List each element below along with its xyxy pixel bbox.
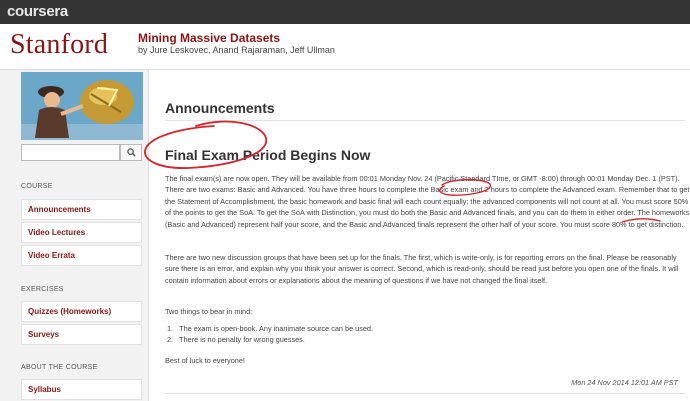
sidebar-item-syllabus[interactable]: Syllabus	[21, 379, 142, 400]
course-header: Stanford Mining Massive Datasets by Jure…	[0, 24, 690, 70]
top-bar: coursera	[0, 0, 690, 24]
search-input[interactable]	[21, 144, 120, 161]
announcement-title: Final Exam Period Begins Now	[165, 147, 371, 163]
list-number: 2.	[167, 335, 174, 345]
title-divider	[165, 120, 685, 121]
main-content: Announcements Final Exam Period Begins N…	[150, 70, 690, 401]
search-icon	[126, 148, 136, 157]
sidebar-item-video-errata[interactable]: Video Errata	[21, 245, 142, 266]
announcement-closing: Best of luck to everyone!	[165, 356, 245, 365]
announcement-list: 1. The exam is open-book. Any inanimate …	[167, 323, 373, 346]
page-title: Announcements	[165, 100, 275, 116]
list-text: The exam is open-book. Any inanimate sou…	[179, 324, 374, 333]
list-text: There is no penalty for wrong guesses.	[179, 335, 305, 345]
coursera-logo[interactable]: coursera	[7, 3, 68, 20]
course-title[interactable]: Mining Massive Datasets	[138, 31, 280, 45]
search-button[interactable]	[120, 144, 142, 161]
list-number: 1.	[167, 324, 174, 333]
sidebar-item-announcements[interactable]: Announcements	[21, 199, 142, 220]
section-title-exercises: EXERCISES	[21, 286, 64, 293]
announcement-paragraph-1: The final exam(s) are now open. They wil…	[165, 174, 690, 229]
announcement-paragraph-2: There are two new discussion groups that…	[165, 253, 679, 285]
course-logo-image	[21, 72, 143, 140]
sidebar-item-video-lectures[interactable]: Video Lectures	[21, 222, 142, 243]
course-instructors: by Jure Leskovec, Anand Rajaraman, Jeff …	[138, 45, 335, 55]
section-title-about: ABOUT THE COURSE	[21, 364, 98, 371]
sidebar-item-quizzes[interactable]: Quizzes (Homeworks)	[21, 301, 142, 322]
list-item: 2. There is no penalty for wrong guesses…	[167, 334, 373, 345]
section-title-course: COURSE	[21, 183, 53, 190]
announcement-divider	[165, 393, 685, 394]
sidebar-item-surveys[interactable]: Surveys	[21, 324, 142, 345]
sidebar: COURSE Announcements Video Lectures Vide…	[0, 70, 149, 401]
list-item: 1. The exam is open-book. Any inanimate …	[167, 323, 373, 334]
university-logo[interactable]: Stanford	[10, 29, 108, 61]
announcement-timestamp: Mon 24 Nov 2014 12:01 AM PST	[571, 378, 678, 387]
announcement-paragraph-3: Two things to bear in mind:	[165, 307, 253, 316]
